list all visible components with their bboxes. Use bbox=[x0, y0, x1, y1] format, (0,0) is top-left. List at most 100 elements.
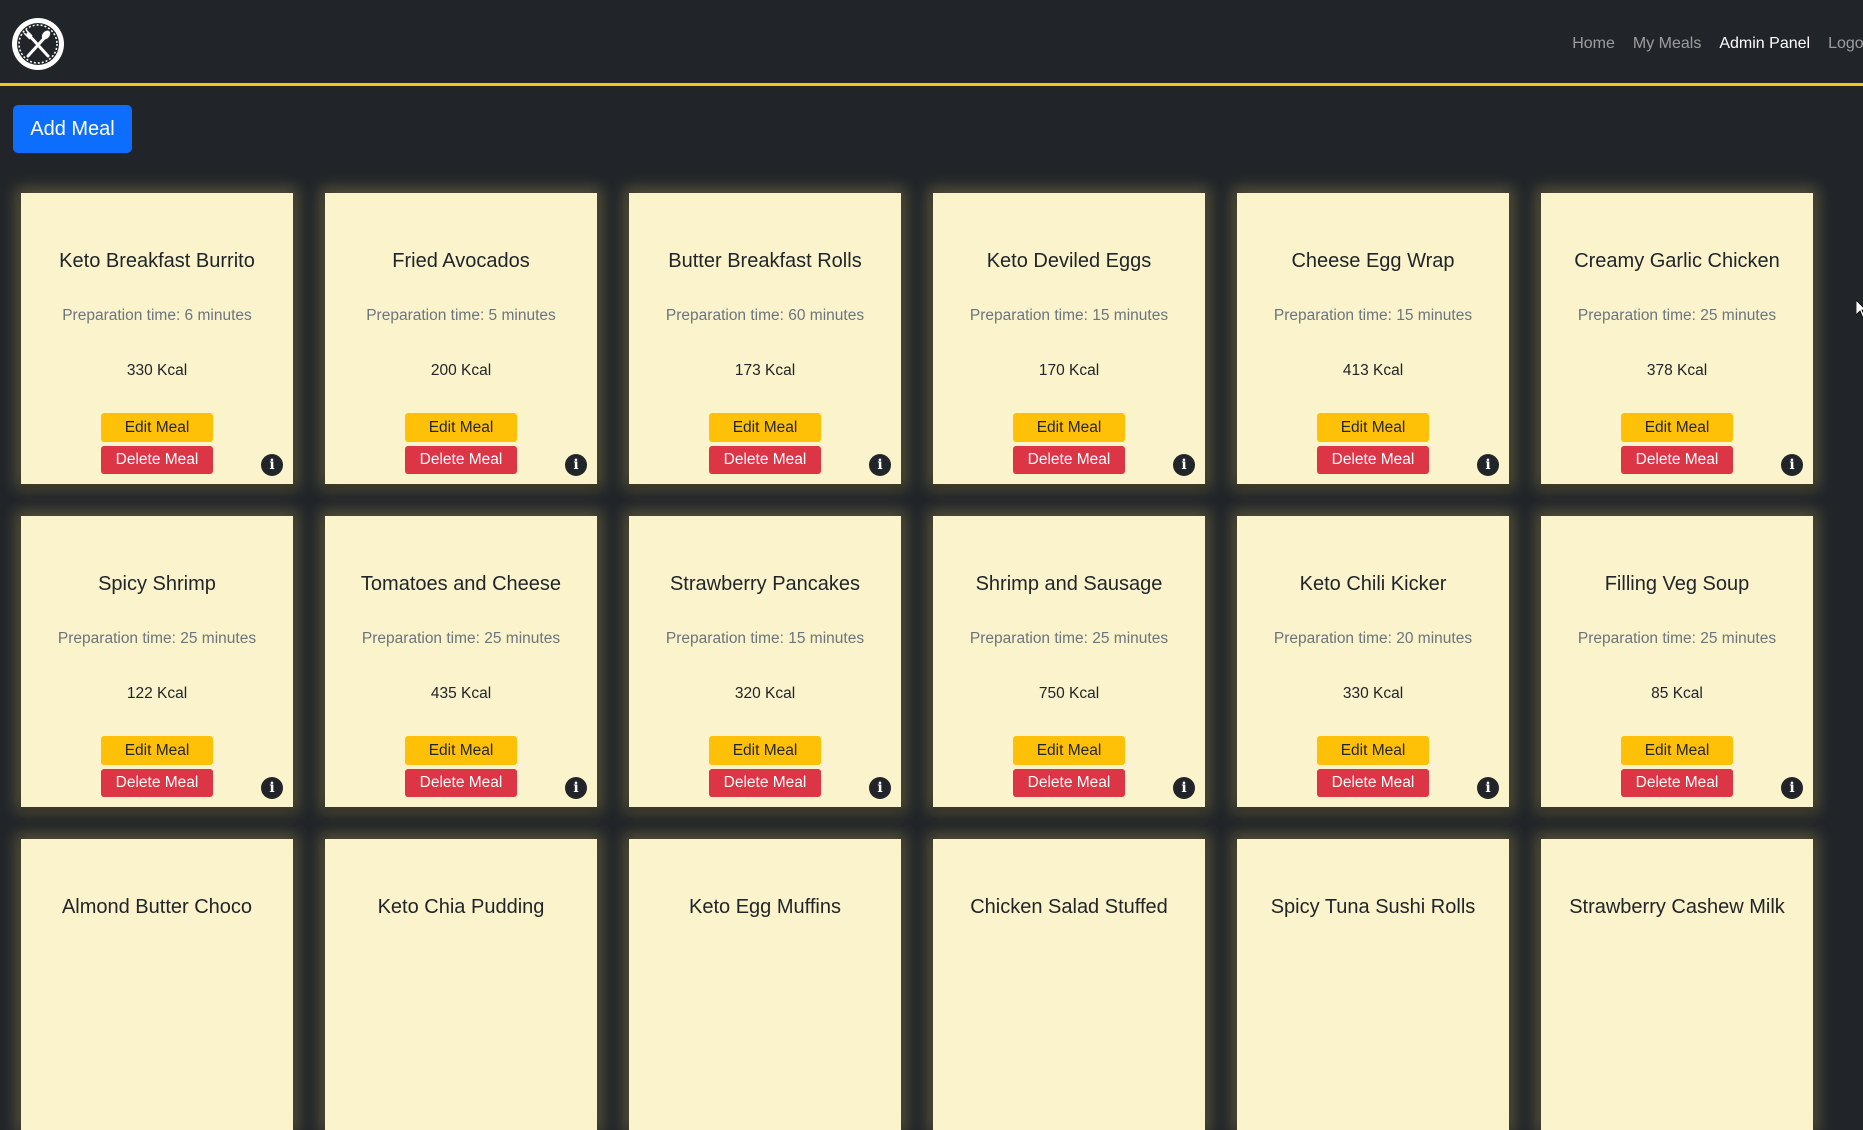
meal-title: Almond Butter Choco bbox=[61, 896, 253, 918]
info-icon[interactable]: i bbox=[565, 777, 587, 799]
meal-card: Filling Veg Soup Preparation time: 25 min… bbox=[1541, 516, 1813, 807]
meal-prep-time: Preparation time: 6 minutes bbox=[62, 307, 252, 324]
info-icon[interactable]: i bbox=[1173, 454, 1195, 476]
meal-prep-time: Preparation time: 15 minutes bbox=[1273, 307, 1473, 324]
mouse-cursor-icon bbox=[1856, 300, 1863, 319]
meal-title: Butter Breakfast Rolls bbox=[668, 250, 862, 272]
meal-prep-time: Preparation time: 20 minutes bbox=[1273, 630, 1473, 647]
meal-kcal: 330 Kcal bbox=[1342, 685, 1404, 702]
meal-kcal: 330 Kcal bbox=[126, 362, 188, 379]
meal-title: Fried Avocados bbox=[392, 250, 530, 272]
meal-kcal: 750 Kcal bbox=[1038, 685, 1100, 702]
delete-meal-button[interactable]: Delete Meal bbox=[709, 446, 821, 474]
edit-meal-button[interactable]: Edit Meal bbox=[1013, 736, 1125, 765]
info-icon[interactable]: i bbox=[869, 454, 891, 476]
edit-meal-button[interactable]: Edit Meal bbox=[1317, 413, 1429, 442]
meal-card: Keto Breakfast Burrito Preparation time: … bbox=[21, 193, 293, 484]
add-meal-button[interactable]: Add Meal bbox=[13, 105, 132, 153]
meal-kcal: 320 Kcal bbox=[734, 685, 796, 702]
delete-meal-button[interactable]: Delete Meal bbox=[101, 769, 213, 797]
delete-meal-button[interactable]: Delete Meal bbox=[101, 446, 213, 474]
meal-title: Tomatoes and Cheese bbox=[360, 573, 562, 595]
navbar: Home My Meals Admin Panel Logout bbox=[0, 0, 1863, 86]
delete-meal-button[interactable]: Delete Meal bbox=[1013, 446, 1125, 474]
meal-prep-time: Preparation time: 60 minutes bbox=[665, 307, 865, 324]
info-icon[interactable]: i bbox=[1477, 777, 1499, 799]
edit-meal-button[interactable]: Edit Meal bbox=[405, 736, 517, 765]
edit-meal-button[interactable]: Edit Meal bbox=[405, 413, 517, 442]
meal-kcal: 170 Kcal bbox=[1038, 362, 1100, 379]
edit-meal-button[interactable]: Edit Meal bbox=[709, 736, 821, 765]
delete-meal-button[interactable]: Delete Meal bbox=[1621, 769, 1733, 797]
nav-link-my-meals[interactable]: My Meals bbox=[1633, 35, 1701, 53]
meal-kcal: 85 Kcal bbox=[1651, 685, 1703, 702]
meal-title: Strawberry Pancakes bbox=[669, 573, 861, 595]
fork-knife-logo-icon[interactable] bbox=[10, 16, 66, 72]
info-icon[interactable]: i bbox=[1781, 777, 1803, 799]
info-icon[interactable]: i bbox=[261, 454, 283, 476]
meal-title: Spicy Shrimp bbox=[98, 573, 216, 595]
meal-title: Keto Deviled Eggs bbox=[986, 250, 1152, 272]
meal-kcal: 413 Kcal bbox=[1342, 362, 1404, 379]
meal-title: Keto Egg Muffins bbox=[689, 896, 841, 918]
meal-title: Cheese Egg Wrap bbox=[1291, 250, 1455, 272]
meal-card: Tomatoes and Cheese Preparation time: 25 … bbox=[325, 516, 597, 807]
meal-card: Fried Avocados Preparation time: 5 minute… bbox=[325, 193, 597, 484]
edit-meal-button[interactable]: Edit Meal bbox=[709, 413, 821, 442]
edit-meal-button[interactable]: Edit Meal bbox=[101, 736, 213, 765]
meal-prep-time: Preparation time: 25 minutes bbox=[969, 630, 1169, 647]
meal-title: Keto Chili Kicker bbox=[1299, 573, 1447, 595]
meal-card: Spicy Tuna Sushi Rolls bbox=[1237, 839, 1509, 1130]
meal-prep-time: Preparation time: 25 minutes bbox=[1577, 630, 1777, 647]
meal-title: Spicy Tuna Sushi Rolls bbox=[1270, 896, 1476, 918]
delete-meal-button[interactable]: Delete Meal bbox=[1621, 446, 1733, 474]
meal-title: Strawberry Cashew Milk bbox=[1569, 896, 1785, 918]
meal-title: Filling Veg Soup bbox=[1604, 573, 1750, 595]
meal-card: Keto Chili Kicker Preparation time: 20 mi… bbox=[1237, 516, 1509, 807]
nav-link-logout[interactable]: Logout bbox=[1828, 35, 1863, 53]
meal-card: Almond Butter Choco bbox=[21, 839, 293, 1130]
edit-meal-button[interactable]: Edit Meal bbox=[101, 413, 213, 442]
edit-meal-button[interactable]: Edit Meal bbox=[1317, 736, 1429, 765]
info-icon[interactable]: i bbox=[1781, 454, 1803, 476]
delete-meal-button[interactable]: Delete Meal bbox=[1013, 769, 1125, 797]
info-icon[interactable]: i bbox=[869, 777, 891, 799]
nav-link-home[interactable]: Home bbox=[1572, 35, 1615, 53]
delete-meal-button[interactable]: Delete Meal bbox=[405, 446, 517, 474]
meal-card: Shrimp and Sausage Preparation time: 25 m… bbox=[933, 516, 1205, 807]
meal-kcal: 435 Kcal bbox=[430, 685, 492, 702]
edit-meal-button[interactable]: Edit Meal bbox=[1621, 413, 1733, 442]
meal-title: Keto Chia Pudding bbox=[377, 896, 545, 918]
delete-meal-button[interactable]: Delete Meal bbox=[709, 769, 821, 797]
meal-prep-time: Preparation time: 5 minutes bbox=[366, 307, 556, 324]
meal-card: Strawberry Cashew Milk bbox=[1541, 839, 1813, 1130]
meal-card: Butter Breakfast Rolls Preparation time: … bbox=[629, 193, 901, 484]
meal-card: Chicken Salad Stuffed bbox=[933, 839, 1205, 1130]
meal-prep-time: Preparation time: 25 minutes bbox=[1577, 307, 1777, 324]
delete-meal-button[interactable]: Delete Meal bbox=[405, 769, 517, 797]
meal-kcal: 200 Kcal bbox=[430, 362, 492, 379]
meal-kcal: 122 Kcal bbox=[126, 685, 188, 702]
meal-prep-time: Preparation time: 15 minutes bbox=[665, 630, 865, 647]
info-icon[interactable]: i bbox=[1173, 777, 1195, 799]
meal-prep-time: Preparation time: 25 minutes bbox=[57, 630, 257, 647]
meal-kcal: 173 Kcal bbox=[734, 362, 796, 379]
meal-prep-time: Preparation time: 15 minutes bbox=[969, 307, 1169, 324]
meal-title: Keto Breakfast Burrito bbox=[59, 250, 255, 272]
edit-meal-button[interactable]: Edit Meal bbox=[1621, 736, 1733, 765]
meal-card: Keto Chia Pudding bbox=[325, 839, 597, 1130]
meal-card: Cheese Egg Wrap Preparation time: 15 minu… bbox=[1237, 193, 1509, 484]
nav-link-admin-panel[interactable]: Admin Panel bbox=[1719, 35, 1810, 53]
info-icon[interactable]: i bbox=[261, 777, 283, 799]
edit-meal-button[interactable]: Edit Meal bbox=[1013, 413, 1125, 442]
info-icon[interactable]: i bbox=[1477, 454, 1499, 476]
meal-title: Creamy Garlic Chicken bbox=[1574, 250, 1780, 272]
meal-card: Keto Deviled Eggs Preparation time: 15 mi… bbox=[933, 193, 1205, 484]
delete-meal-button[interactable]: Delete Meal bbox=[1317, 446, 1429, 474]
meal-title: Chicken Salad Stuffed bbox=[970, 896, 1168, 918]
meal-kcal: 378 Kcal bbox=[1646, 362, 1708, 379]
info-icon[interactable]: i bbox=[565, 454, 587, 476]
meal-card: Strawberry Pancakes Preparation time: 15 … bbox=[629, 516, 901, 807]
meal-grid: Keto Breakfast Burrito Preparation time: … bbox=[21, 193, 1813, 1130]
delete-meal-button[interactable]: Delete Meal bbox=[1317, 769, 1429, 797]
